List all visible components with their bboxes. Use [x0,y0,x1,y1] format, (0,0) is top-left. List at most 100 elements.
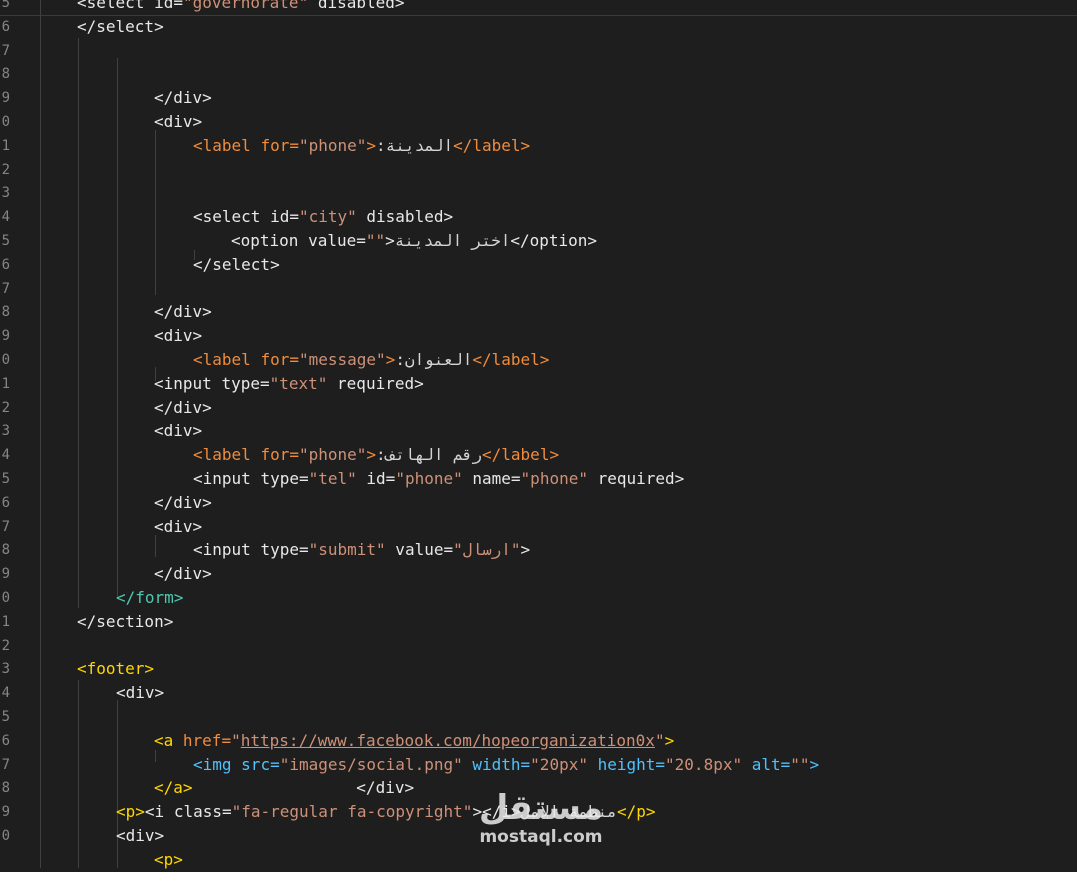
line-number: 4 [1,685,10,702]
code-token: <label [193,350,261,369]
code-line[interactable]: <input type="text" required> [154,372,424,396]
code-line[interactable]: <div> [154,515,202,539]
code-line[interactable]: </div> [154,491,212,515]
line-number: 1 [1,375,10,392]
line-number: 5 [1,0,10,11]
code-line[interactable]: </section> [77,610,173,634]
code-token: </option> [510,231,598,250]
line-number: 6 [1,256,10,273]
code-token: "phone" [298,135,367,155]
code-token: id= [270,207,299,227]
code-token: <div> [154,112,203,131]
code-line[interactable]: <img src="images/social.png" width="20px… [193,753,819,777]
code-token: > [366,135,377,155]
code-editor[interactable]: 5 6 7 8 9 0 1 2 3 4 5 6 7 8 9 0 1 2 3 4 5 6 7 8 9 0 1 2 3 4 5 6 7 8 9 0 <se… [0,0,1077,869]
line-number: 4 [1,209,10,226]
code-line[interactable]: <label for="phone">المدينة:</label> [193,134,530,158]
line-number: 7 [1,756,10,773]
code-line[interactable]: <div> [116,824,164,848]
code-token: "message" [298,350,386,369]
code-token: رقم الهاتف: [376,445,483,465]
code-token: class= [173,802,232,822]
code-token: <div> [154,516,203,536]
code-token: "text" [269,373,328,393]
code-token: for= [260,445,299,465]
code-line[interactable]: <input type="tel" id="phone" name="phone… [193,467,684,491]
code-line[interactable]: </form> [116,586,183,610]
code-token: "" [790,754,810,774]
line-number: 9 [1,566,10,583]
code-line[interactable]: <footer> [77,657,154,681]
code-token: </form> [116,588,184,607]
code-token: height= [587,754,666,774]
code-token: > [385,350,396,369]
code-token: <a [154,730,183,750]
code-line[interactable]: <label for="message">العنوان:</label> [193,348,549,372]
code-token: <select [193,207,271,227]
code-token: </div> [154,302,212,322]
line-number-gutter: 5 6 7 8 9 0 1 2 3 4 5 6 7 8 9 0 1 2 3 4 5 6 7 8 9 0 1 2 3 4 5 6 7 8 9 0 [0,0,14,868]
code-token: </label> [482,445,560,465]
code-line[interactable]: <a href="https://www.facebook.com/hopeor… [154,729,674,753]
code-line[interactable]: </a> </div> [154,776,414,800]
code-token: <label [193,445,261,465]
code-token: type= [260,469,309,488]
code-token: "" [365,231,386,250]
line-number: 3 [1,185,10,202]
line-number: 8 [1,780,10,797]
code-line[interactable]: <div> [116,681,164,705]
code-token: > [809,754,820,774]
code-token: <p> [116,802,145,822]
code-token: type= [260,540,309,560]
code-token: </div> [154,492,212,512]
code-line[interactable]: <div> [154,110,202,134]
code-line[interactable]: <div> [154,419,202,443]
code-line[interactable]: </div> [154,562,212,586]
code-line[interactable]: <div> [154,324,202,348]
code-token: </label> [453,135,531,155]
code-token: " [654,730,665,750]
code-line[interactable]: <p> [154,848,183,872]
line-number: 9 [1,90,10,107]
code-line[interactable]: </div> [154,86,212,110]
code-token: id= [356,469,396,488]
code-line[interactable]: <input type="submit" value="ارسال"> [193,538,530,562]
code-line[interactable]: </div> [154,396,212,420]
code-line[interactable]: </select> [77,15,164,39]
code-token: </select> [77,16,164,36]
code-token: value= [385,540,454,560]
code-token: for= [260,350,299,369]
code-line[interactable]: </select> [193,253,280,277]
indent-guide-line [40,0,41,868]
code-token: alt= [742,754,791,774]
code-line[interactable]: <option value="">اختر المدينة</option> [231,229,597,253]
line-number: 1 [1,137,10,154]
line-number: 6 [1,18,10,35]
code-token: </div> [356,778,415,798]
line-number: 8 [1,304,10,321]
line-number: 7 [1,280,10,297]
code-token: </a> [154,778,193,798]
line-number: 5 [1,233,10,249]
code-token: العنوان: [395,350,473,369]
code-token: </select> [193,254,280,274]
line-number: 0 [1,590,10,606]
code-token: required> [327,373,424,393]
line-number: 1 [1,613,10,630]
line-number: 0 [1,352,10,368]
code-line[interactable]: <label for="phone">رقم الهاتف:</label> [193,443,559,467]
code-token: value= [308,231,366,250]
line-number: 2 [1,637,10,654]
code-token: <footer> [77,659,155,679]
code-token: المدينة: [376,135,454,155]
indent-guide-line [117,58,118,598]
code-token: "submit" [308,540,386,560]
code-token: "images/social.png" [279,754,463,774]
code-line[interactable]: <select id="city" disabled> [193,205,453,229]
code-line[interactable]: <select id="governorate" disabled> [77,0,405,15]
code-line[interactable]: </div> [154,300,212,324]
code-token: <option [231,231,309,250]
code-token: </div> [154,397,212,417]
code-token: href= [182,730,232,750]
